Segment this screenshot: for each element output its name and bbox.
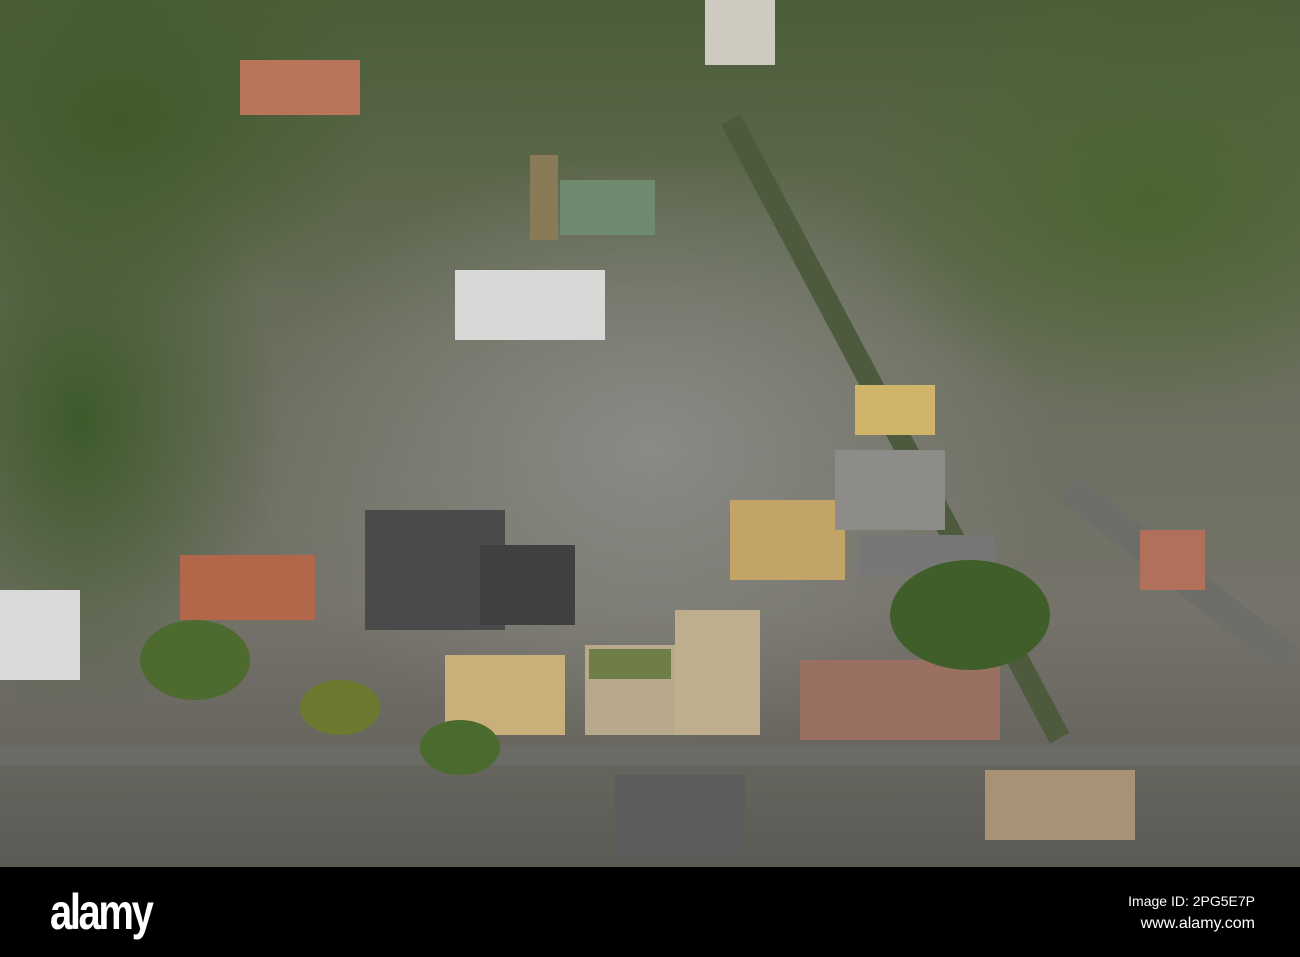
white-building (455, 270, 605, 340)
building-south (615, 775, 745, 855)
image-id: Image ID: 2PG5E7P (1128, 893, 1255, 909)
highrise-north (705, 0, 775, 65)
trees (420, 720, 500, 775)
department-store (675, 610, 760, 735)
watermark-bar: alamy Image ID: 2PG5E7P www.alamy.com (0, 867, 1300, 957)
brick-tower (1140, 530, 1205, 590)
brick-block-east (800, 660, 1000, 740)
trees-east (890, 560, 1050, 670)
white-block-west (0, 590, 80, 680)
dark-roof (480, 545, 575, 625)
alamy-logo: alamy (50, 884, 154, 940)
green-roof-building (585, 645, 675, 735)
church-tower (530, 155, 558, 240)
park-trees (140, 620, 250, 700)
yellow-office (855, 385, 935, 435)
aerial-city-photo (0, 0, 1300, 867)
main-road (0, 745, 1300, 765)
site-url: www.alamy.com (1140, 915, 1255, 932)
red-brick-building (180, 555, 315, 620)
building-southeast (985, 770, 1135, 840)
trees (300, 680, 380, 735)
market-square (835, 450, 945, 530)
building-northwest (240, 60, 360, 115)
sandstone-building (730, 500, 845, 580)
church-roof (560, 180, 655, 235)
